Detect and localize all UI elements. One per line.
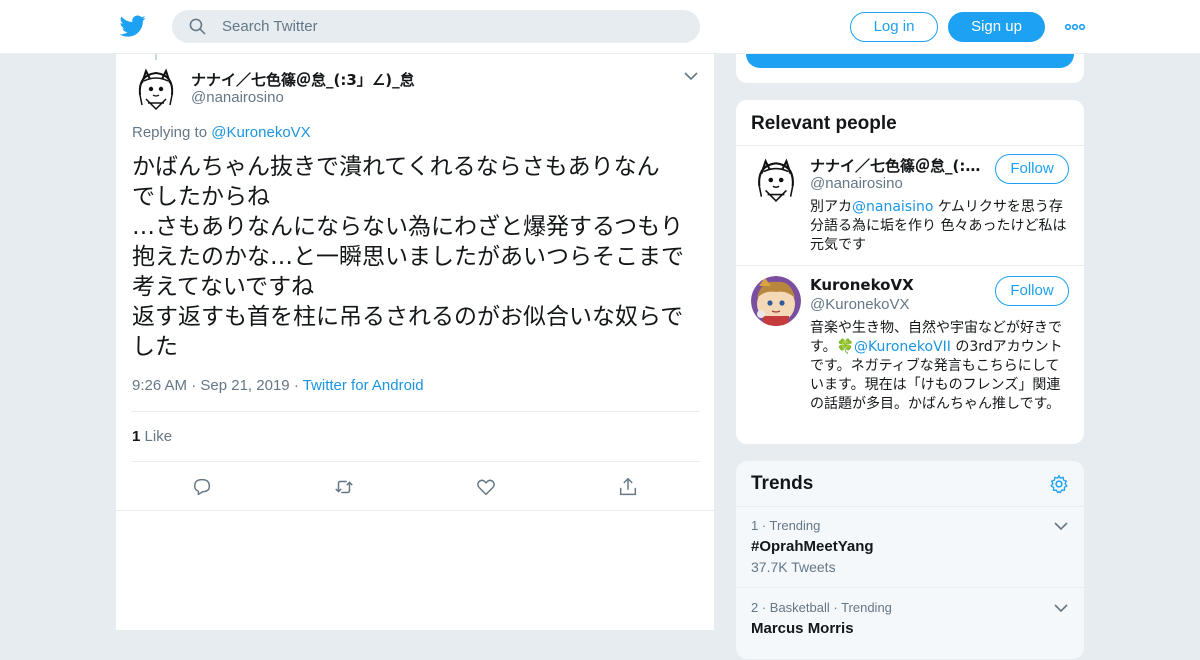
anime-girl-avatar-icon: [132, 65, 180, 113]
meta-separator: ·: [191, 377, 201, 394]
tweet-detail: ナナイ／七色篠＠怠_(:3」∠)_怠 @nanairosino Replying…: [115, 54, 715, 630]
trend-context: 2 · Basketball · Trending: [751, 600, 892, 615]
person-handle[interactable]: @nanairosino: [810, 175, 903, 192]
tweet-meta: 9:26 AM · Sep 21, 2019 · Twitter for And…: [132, 377, 424, 394]
bio-mention-link[interactable]: @nanaisino: [852, 199, 933, 215]
trend-name[interactable]: Marcus Morris: [751, 620, 854, 637]
tweet-text: かばんちゃん抜きで潰れてくれるならさもありなん でしたからね …さもありなんにな…: [132, 154, 684, 360]
person-handle[interactable]: @KuronekoVX: [810, 296, 909, 313]
trends-panel: Trends 1 · Trending #OprahMeetYang 37.7K…: [735, 460, 1085, 660]
top-bar: Log in Sign up: [0, 0, 1200, 54]
chevron-down-icon[interactable]: [1054, 521, 1068, 531]
bio-text: 別アカ: [810, 199, 852, 215]
like-stats[interactable]: 1 Like: [132, 428, 172, 445]
avatar[interactable]: [751, 155, 801, 205]
trend-tweet-count: 37.7K Tweets: [751, 559, 836, 575]
search-icon: [189, 18, 206, 35]
author-name[interactable]: ナナイ／七色篠＠怠_(:3」∠)_怠: [191, 69, 415, 90]
divider: [736, 265, 1084, 266]
trends-title: Trends: [751, 473, 814, 494]
signup-card-button[interactable]: [746, 54, 1074, 68]
follow-button[interactable]: Follow: [995, 276, 1069, 306]
divider: [131, 411, 700, 412]
tweet-source-link[interactable]: Twitter for Android: [303, 377, 424, 394]
follow-button[interactable]: Follow: [995, 154, 1069, 184]
login-button[interactable]: Log in: [850, 12, 938, 42]
tweet-time[interactable]: 9:26 AM: [132, 377, 187, 394]
chevron-down-icon[interactable]: [684, 71, 698, 81]
thread-line: [155, 54, 157, 60]
gear-icon[interactable]: [1049, 474, 1069, 494]
search-box: [172, 10, 700, 43]
chevron-down-icon[interactable]: [1054, 603, 1068, 613]
relevant-people-title: Relevant people: [751, 113, 897, 134]
avatar[interactable]: [751, 276, 801, 326]
person-bio: 音楽や生き物、自然や宇宙などが好きです。🍀@KuronekoVII の3rdアカ…: [810, 319, 1072, 414]
bio-mention-link[interactable]: @KuronekoVII: [854, 339, 951, 355]
character-avatar-icon: [751, 276, 801, 326]
replying-to-link[interactable]: @KuronekoVX: [211, 124, 310, 141]
avatar[interactable]: [132, 65, 180, 113]
person-bio: 別アカ@nanaisino ケムリクサを思う存分語る為に垢を作り 色々あったけど…: [810, 198, 1072, 255]
signup-button[interactable]: Sign up: [948, 12, 1045, 42]
clover-emoji: 🍀: [836, 339, 855, 355]
relevant-people-panel: Relevant people ナナイ／七色篠＠怠_(:3」∠)_怠 @nana…: [735, 99, 1085, 445]
like-icon[interactable]: [475, 476, 497, 498]
like-count: 1: [132, 428, 141, 445]
trend-name[interactable]: #OprahMeetYang: [751, 538, 874, 555]
trend-context: 1 · Trending: [751, 518, 821, 533]
signup-card: [735, 54, 1085, 84]
divider: [736, 506, 1084, 507]
divider: [736, 145, 1084, 146]
person-name[interactable]: ナナイ／七色篠＠怠_(:3」∠)_怠: [810, 155, 990, 176]
divider: [116, 510, 714, 511]
share-icon[interactable]: [617, 476, 639, 498]
ellipsis-icon[interactable]: [1064, 17, 1086, 37]
retweet-icon[interactable]: [333, 476, 355, 498]
author-handle[interactable]: @nanairosino: [191, 89, 284, 106]
anime-girl-avatar-icon: [751, 155, 801, 205]
tweet-date[interactable]: Sep 21, 2019: [200, 377, 289, 394]
divider: [131, 461, 700, 462]
twitter-bird-icon[interactable]: [120, 13, 146, 39]
replying-prefix: Replying to: [132, 124, 208, 141]
person-name[interactable]: KuronekoVX: [810, 276, 990, 294]
search-input[interactable]: [222, 10, 682, 43]
reply-icon[interactable]: [191, 476, 213, 498]
meta-separator: ·: [293, 377, 303, 394]
replying-to: Replying to @KuronekoVX: [132, 124, 311, 141]
divider: [736, 587, 1084, 588]
like-label: Like: [144, 428, 173, 445]
